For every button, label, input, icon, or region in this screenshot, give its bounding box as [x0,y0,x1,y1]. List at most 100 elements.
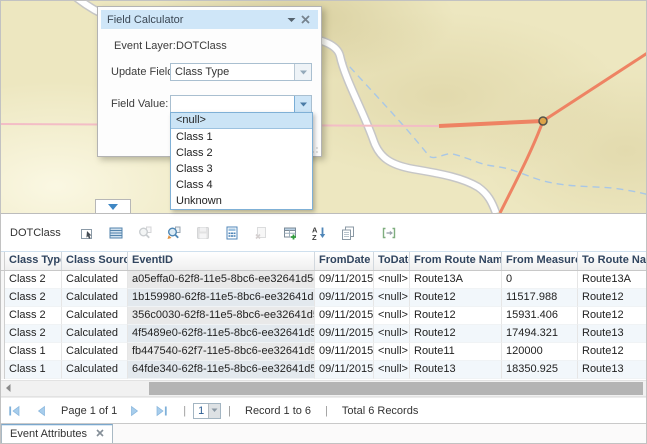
horizontal-scrollbar[interactable] [1,380,646,397]
table-cell[interactable]: 356c0030-62f8-11e5-8bc6-ee32641d5ec9 [128,307,315,325]
field-value-select[interactable] [170,95,312,113]
table-cell[interactable]: <null> [374,343,410,361]
table-row[interactable]: Class 2Calculated4f5489e0-62f8-11e5-8bc6… [1,325,647,343]
table-cell[interactable]: 09/11/2015 [315,325,374,343]
table-cell[interactable]: 11517.988 [502,289,578,307]
table-cell[interactable]: <null> [374,307,410,325]
table-cell[interactable]: <null> [374,271,410,289]
table-cell[interactable]: 15931.406 [502,307,578,325]
table-cell[interactable]: Calculated [62,325,128,343]
table-cell[interactable]: Class 1 [5,343,62,361]
show-selected-records-icon[interactable] [108,225,124,241]
table-cell[interactable]: Route13A [410,271,502,289]
dropdown-option[interactable]: Class 1 [171,129,312,145]
pager-separator: | [325,405,328,417]
table-cell[interactable]: Calculated [62,271,128,289]
column-header-eventid[interactable]: EventID [128,252,315,270]
table-cell[interactable]: Calculated [62,289,128,307]
update-field-select[interactable]: Class Type [170,63,312,81]
table-cell[interactable]: Class 1 [5,361,62,379]
table-cell[interactable]: Route13 [410,361,502,379]
table-cell[interactable]: Route13 [578,325,647,343]
table-cell[interactable]: 09/11/2015 [315,361,374,379]
chevron-down-icon[interactable] [294,96,311,112]
sort-icon[interactable]: AZ [311,225,327,241]
table-cell[interactable]: 64fde340-62f8-11e5-8bc6-ee32641d5ec9 [128,361,315,379]
chevron-down-icon[interactable] [284,13,298,27]
table-cell[interactable]: Calculated [62,307,128,325]
dropdown-option[interactable]: Unknown [171,193,312,209]
table-cell[interactable]: 09/11/2015 [315,307,374,325]
dropdown-option[interactable]: Class 3 [171,161,312,177]
table-cell[interactable]: Route12 [410,325,502,343]
field-calculator-icon[interactable] [224,225,240,241]
table-row[interactable]: Class 1Calculated64fde340-62f8-11e5-8bc6… [1,361,647,379]
dropdown-option[interactable]: Class 2 [171,145,312,161]
table-cell[interactable]: Route12 [578,289,647,307]
chevron-down-icon[interactable] [294,64,311,80]
table-row[interactable]: Class 2Calculateda05effa0-62f8-11e5-8bc6… [1,271,647,289]
table-cell[interactable]: 4f5489e0-62f8-11e5-8bc6-ee32641d5ec9 [128,325,315,343]
table-cell[interactable]: 09/11/2015 [315,271,374,289]
table-cell[interactable]: Class 2 [5,271,62,289]
first-page-button[interactable] [8,405,21,417]
table-row[interactable]: Class 1Calculatedfb447540-62f7-11e5-8bc6… [1,343,647,361]
table-cell[interactable]: 18350.925 [502,361,578,379]
panel-collapse-tab[interactable] [95,199,131,213]
attribute-zoom-icon[interactable] [166,225,182,241]
dialog-titlebar[interactable]: Field Calculator [101,10,318,29]
update-field-selected-value: Class Type [171,66,294,78]
previous-page-button[interactable] [35,405,46,417]
attribute-set-icon[interactable] [340,225,356,241]
table-cell[interactable]: fb447540-62f7-11e5-8bc6-ee32641d5ec9 [128,343,315,361]
table-cell[interactable]: 1b159980-62f8-11e5-8bc6-ee32641d5ec9 [128,289,315,307]
table-cell[interactable]: Class 2 [5,325,62,343]
table-cell[interactable]: <null> [374,361,410,379]
table-cell[interactable]: 0 [502,271,578,289]
tab-event-attributes[interactable]: Event Attributes [1,424,113,444]
pager-separator: | [228,405,231,417]
table-cell[interactable]: 09/11/2015 [315,289,374,307]
scrollbar-thumb[interactable] [149,382,643,395]
close-icon[interactable] [96,428,104,440]
scroll-left-arrow-icon[interactable] [4,383,12,396]
table-cell[interactable]: Calculated [62,343,128,361]
table-cell[interactable]: Route12 [410,289,502,307]
table-cell[interactable]: Calculated [62,361,128,379]
offset-icon[interactable] [381,225,397,241]
table-row[interactable]: Class 2Calculated356c0030-62f8-11e5-8bc6… [1,307,647,325]
table-cell[interactable]: <null> [374,289,410,307]
save-icon [195,225,211,241]
last-page-button[interactable] [155,405,168,417]
dropdown-option[interactable]: Class 4 [171,177,312,193]
column-header-fromdate[interactable]: FromDate [315,252,374,270]
table-cell[interactable]: Route12 [410,307,502,325]
close-icon[interactable] [298,13,312,27]
table-cell[interactable]: a05effa0-62f8-11e5-8bc6-ee32641d5ec9 [128,271,315,289]
table-cell[interactable]: Route11 [410,343,502,361]
next-page-button[interactable] [130,405,141,417]
table-cell[interactable]: 09/11/2015 [315,343,374,361]
chevron-down-icon[interactable] [208,404,220,418]
table-cell[interactable]: Class 2 [5,289,62,307]
column-header-class-source[interactable]: Class Source [62,252,128,270]
table-cell[interactable]: Class 2 [5,307,62,325]
select-features-icon[interactable] [79,225,95,241]
table-cell[interactable]: 17494.321 [502,325,578,343]
column-header-to-route-name[interactable]: To Route Name [578,252,647,270]
table-row[interactable]: Class 2Calculated1b159980-62f8-11e5-8bc6… [1,289,647,307]
add-record-icon[interactable] [282,225,298,241]
table-cell[interactable]: Route13 [578,361,647,379]
dropdown-option[interactable]: <null> [171,113,312,129]
table-cell[interactable]: Route13A [578,271,647,289]
column-header-from-measure[interactable]: From Measure [502,252,578,270]
table-cell[interactable]: 120000 [502,343,578,361]
column-header-from-route-name[interactable]: From Route Name [410,252,502,270]
table-cell[interactable]: Route12 [578,307,647,325]
attribute-grid: Class TypeClass SourceEventIDFromDateToD… [1,251,647,379]
column-header-todate[interactable]: ToDate [374,252,410,270]
table-cell[interactable]: Route12 [578,343,647,361]
column-header-class-type[interactable]: Class Type [5,252,62,270]
page-number-select[interactable]: 1 [193,403,221,419]
table-cell[interactable]: <null> [374,325,410,343]
